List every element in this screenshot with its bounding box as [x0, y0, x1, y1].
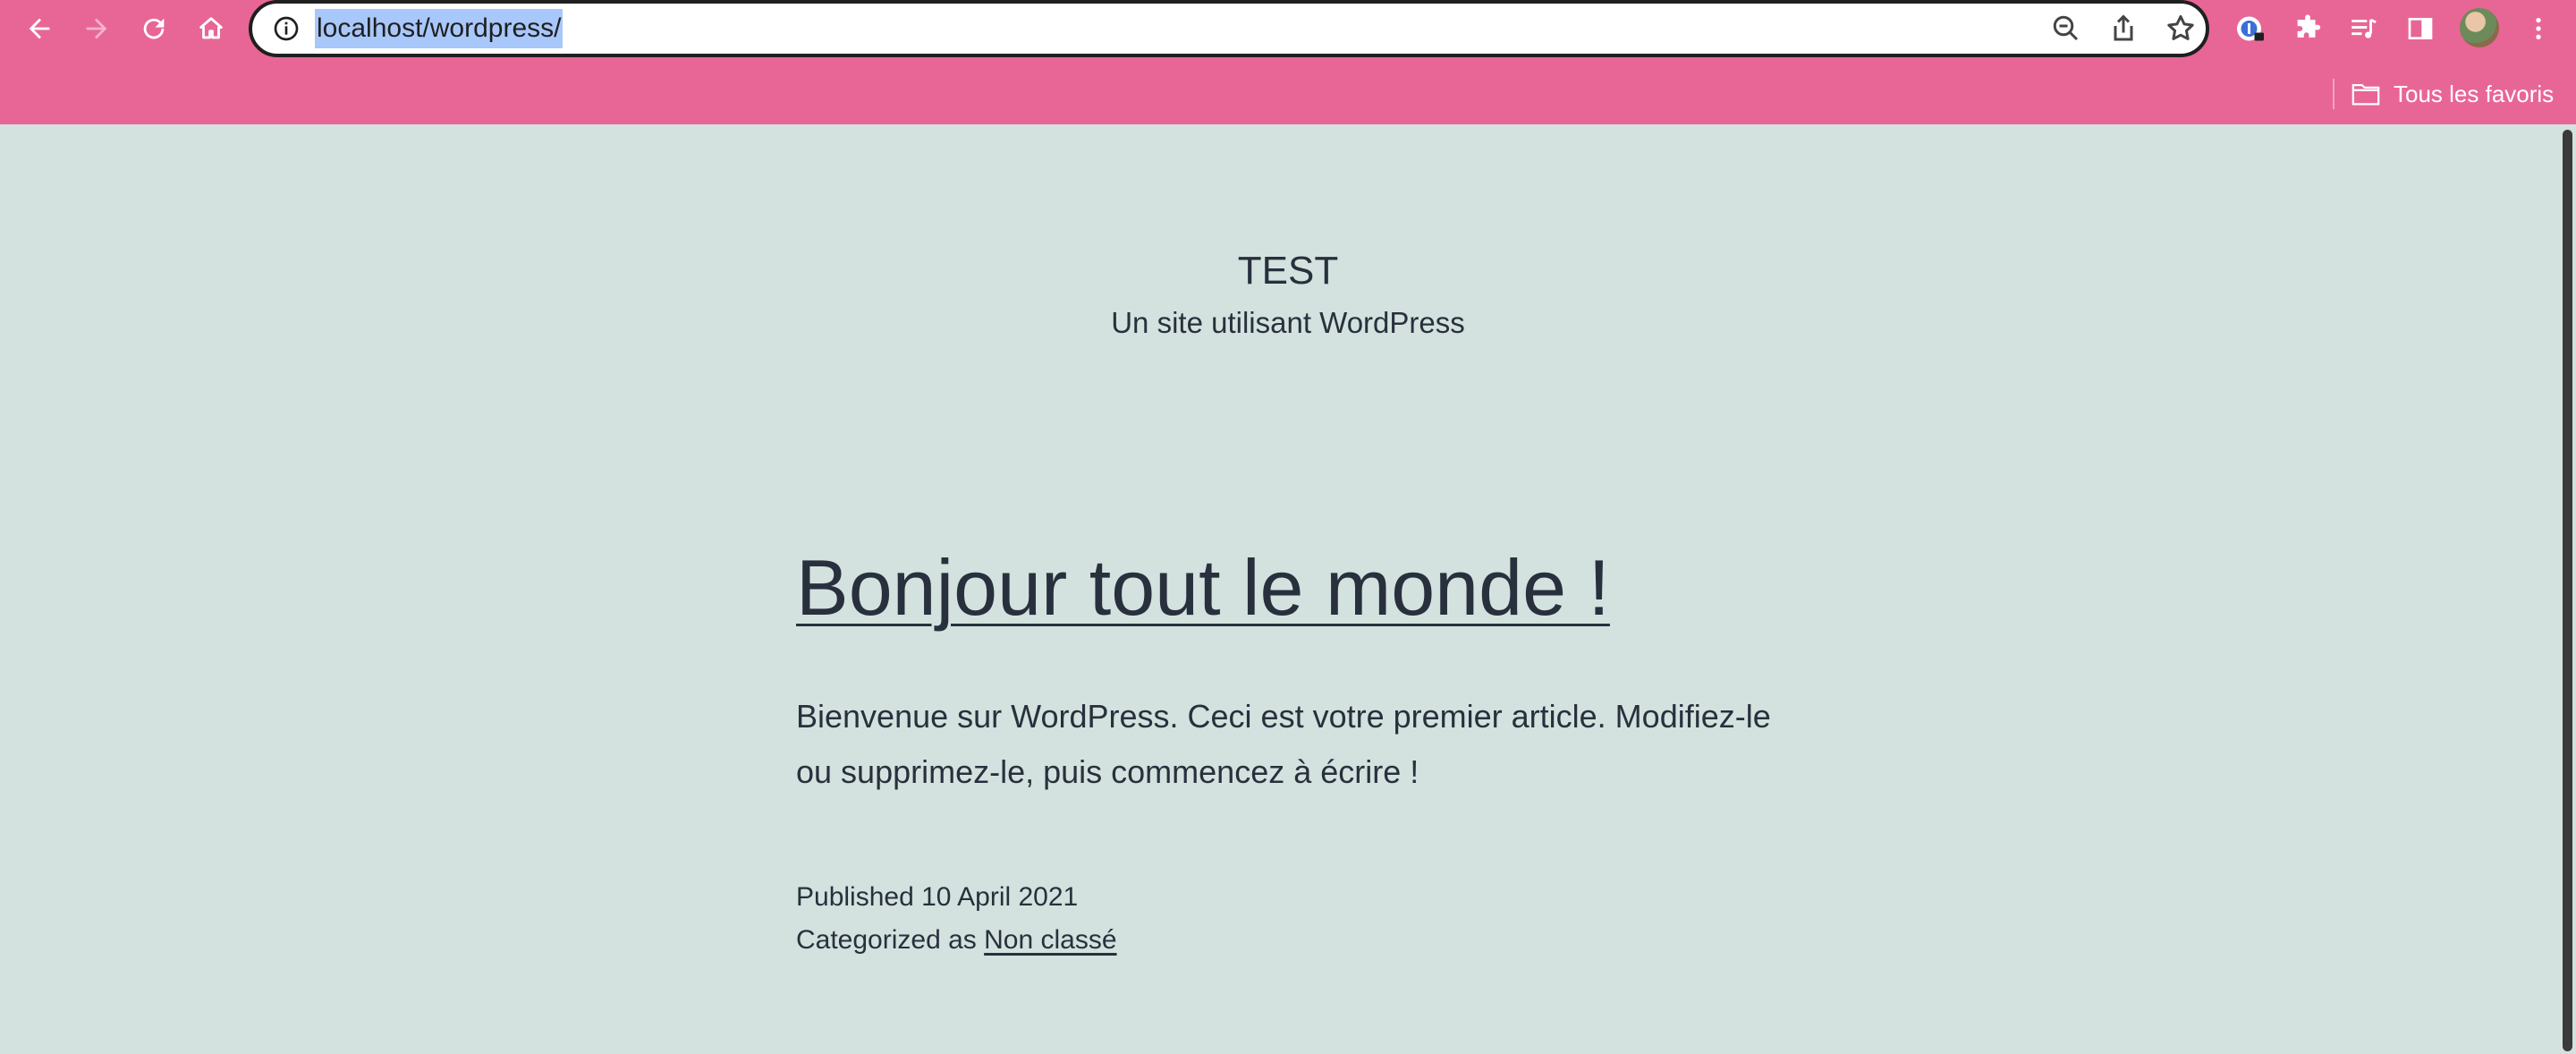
- post-categories: Categorized as Non classé: [796, 925, 1117, 956]
- share-icon[interactable]: [2107, 13, 2140, 45]
- post-title-link[interactable]: Bonjour tout le monde !: [796, 542, 1610, 633]
- reload-icon[interactable]: [131, 5, 177, 52]
- bookmarks-divider: [2333, 79, 2334, 109]
- password-manager-icon[interactable]: [2233, 11, 2268, 47]
- all-bookmarks-button[interactable]: Tous les favoris: [2351, 77, 2554, 111]
- extensions-icon[interactable]: [2290, 11, 2326, 47]
- back-arrow-icon[interactable]: [16, 5, 63, 52]
- forward-arrow-icon[interactable]: [73, 5, 120, 52]
- site-info-icon[interactable]: [272, 14, 301, 43]
- categorized-prefix: Categorized as: [796, 925, 977, 955]
- profile-avatar[interactable]: [2460, 8, 2499, 47]
- folder-icon: [2351, 83, 2380, 106]
- more-menu-icon[interactable]: [2521, 11, 2556, 47]
- category-link[interactable]: Non classé: [984, 925, 1116, 955]
- star-icon[interactable]: [2165, 13, 2197, 45]
- browser-toolbar: localhost/wordpress/ Tous les favoris: [0, 0, 2576, 124]
- site-title[interactable]: TEST: [0, 249, 2576, 293]
- address-bar[interactable]: localhost/wordpress/: [249, 0, 2209, 57]
- zoom-out-icon[interactable]: [2050, 13, 2082, 45]
- site-description: Un site utilisant WordPress: [1111, 306, 1465, 339]
- all-bookmarks-label: Tous les favoris: [2394, 80, 2555, 107]
- side-panel-icon[interactable]: [2402, 11, 2438, 47]
- media-queue-icon[interactable]: [2345, 11, 2381, 47]
- post-body: Bienvenue sur WordPress. Ceci est votre …: [796, 698, 1771, 790]
- home-icon[interactable]: [188, 5, 234, 52]
- post-published-date: Published 10 April 2021: [796, 882, 1079, 912]
- url-text[interactable]: localhost/wordpress/: [315, 9, 564, 48]
